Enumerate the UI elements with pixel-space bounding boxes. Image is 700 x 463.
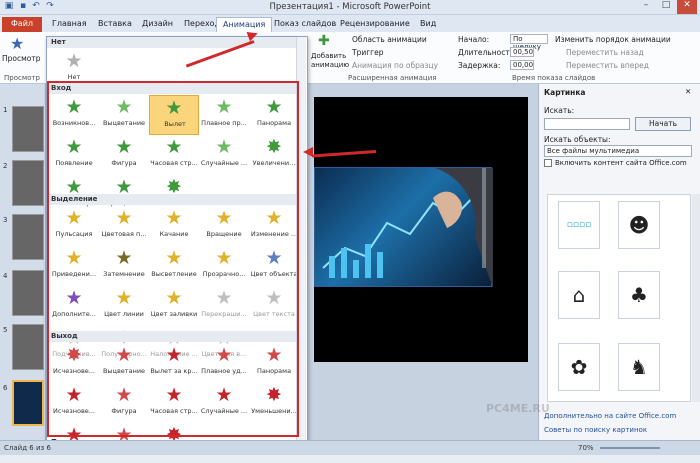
slide-thumbnail[interactable] <box>12 160 44 206</box>
animation-label: Нет <box>67 73 81 81</box>
tab-design[interactable]: Дизайн <box>136 17 179 32</box>
delay-input[interactable]: 00,00 <box>510 60 534 70</box>
clipart-pane: Картинка ✕ Искать: Начать Искать объекты… <box>538 84 700 440</box>
star-icon: ★ <box>65 50 83 72</box>
include-online-label: Включить контент сайта Office.com <box>555 159 687 167</box>
duration-input[interactable]: 00,50 <box>510 47 534 57</box>
add-animation-icon: ✚ <box>318 33 330 49</box>
gallery-section-none: Нет <box>47 37 303 48</box>
clipart-pane-title: Картинка <box>544 88 586 97</box>
slide-counter: Слайд 6 из 6 <box>4 444 51 452</box>
slide-image[interactable] <box>314 167 493 288</box>
slide-number: 5 <box>3 326 8 334</box>
clipart-item[interactable]: ☻ <box>618 201 660 249</box>
tab-file[interactable]: Файл <box>2 17 42 32</box>
tab-animations[interactable]: Анимация <box>216 17 273 32</box>
clipart-results: ▫▫▫▫ ☻ ⌂ ♣ ✿ ♞ <box>547 194 691 402</box>
duration-label: Длительность: <box>458 48 517 57</box>
search-input[interactable] <box>544 118 630 130</box>
clipart-item[interactable]: ♣ <box>618 271 660 319</box>
close-icon[interactable]: ✕ <box>677 0 697 14</box>
status-bar: Слайд 6 из 6 70% <box>0 440 700 455</box>
office-online-link[interactable]: Дополнительно на сайте Office.com <box>544 412 676 420</box>
slide-thumbnail[interactable] <box>12 270 44 316</box>
go-button[interactable]: Начать <box>635 117 691 131</box>
media-type-select[interactable]: Все файлы мультимедиа <box>544 145 692 157</box>
preview-group-label: Просмотр <box>4 74 40 82</box>
slide-thumbnail[interactable] <box>12 324 44 370</box>
clipart-item[interactable]: ✿ <box>558 343 600 391</box>
preview-button[interactable]: Просмотр <box>2 54 41 63</box>
slide-number: 1 <box>3 106 8 114</box>
timing-group-label: Время показа слайдов <box>512 74 596 82</box>
start-label: Начало: <box>458 35 490 44</box>
highlight-frame <box>47 81 299 437</box>
clipart-item[interactable]: ♞ <box>618 343 660 391</box>
close-icon[interactable]: ✕ <box>685 87 691 96</box>
maximize-icon[interactable]: □ <box>656 0 676 14</box>
tab-review[interactable]: Рецензирование <box>334 17 416 32</box>
delay-label: Задержка: <box>458 61 501 70</box>
slide-thumbnail[interactable] <box>12 106 44 152</box>
move-earlier-button[interactable]: Переместить назад <box>566 48 644 57</box>
add-animation-button[interactable]: Добавить анимацию <box>311 52 349 70</box>
slide-editor <box>306 84 538 440</box>
window-title: Презентация1 - Microsoft PowerPoint <box>269 2 431 12</box>
search-label: Искать: <box>544 106 575 115</box>
tab-insert[interactable]: Вставка <box>92 17 138 32</box>
tab-slideshow[interactable]: Показ слайдов <box>268 17 342 32</box>
arrowhead-icon <box>303 147 313 157</box>
search-tips-link[interactable]: Советы по поиску картинок <box>544 426 647 434</box>
slide-number: 2 <box>3 162 8 170</box>
slide-number: 6 <box>3 384 8 392</box>
animation-pane-button[interactable]: Область анимации <box>352 35 427 44</box>
slide-scroll-indicator <box>482 168 486 268</box>
start-dropdown[interactable]: По щелчку <box>510 34 548 51</box>
slide-number: 4 <box>3 272 8 280</box>
slide-thumbnail[interactable] <box>12 214 44 260</box>
zoom-level[interactable]: 70% <box>578 444 594 452</box>
tab-home[interactable]: Главная <box>46 17 93 32</box>
advanced-animation-group-label: Расширенная анимация <box>348 74 437 82</box>
ribbon-tabs: Файл Главная Вставка Дизайн Переходы Ани… <box>0 15 700 32</box>
trigger-button[interactable]: Триггер <box>352 48 383 57</box>
clipart-scrollbar[interactable] <box>692 194 700 402</box>
clipart-item[interactable]: ⌂ <box>558 271 600 319</box>
animation-painter-button[interactable]: Анимация по образцу <box>352 61 438 70</box>
minimize-icon[interactable]: – <box>636 0 656 14</box>
tab-view[interactable]: Вид <box>414 17 442 32</box>
slide-number: 3 <box>3 216 8 224</box>
preview-star-icon: ★ <box>10 34 25 53</box>
media-type-label: Искать объекты: <box>544 135 611 144</box>
clipart-item[interactable]: ▫▫▫▫ <box>558 201 600 249</box>
zoom-slider[interactable] <box>600 447 660 449</box>
slide-thumbnail-selected[interactable] <box>12 380 44 426</box>
slide-thumbnails-panel: 1 2 3 4 5 6 <box>0 84 46 440</box>
title-bar: ▣ ▪ ↶ ↷ Презентация1 - Microsoft PowerPo… <box>0 0 700 15</box>
watermark: PC4ME.RU <box>486 402 550 415</box>
move-later-button[interactable]: Переместить вперед <box>566 61 649 70</box>
include-online-checkbox[interactable] <box>544 159 552 167</box>
reorder-label: Изменить порядок анимации <box>555 35 671 44</box>
slide-canvas[interactable] <box>314 97 528 362</box>
